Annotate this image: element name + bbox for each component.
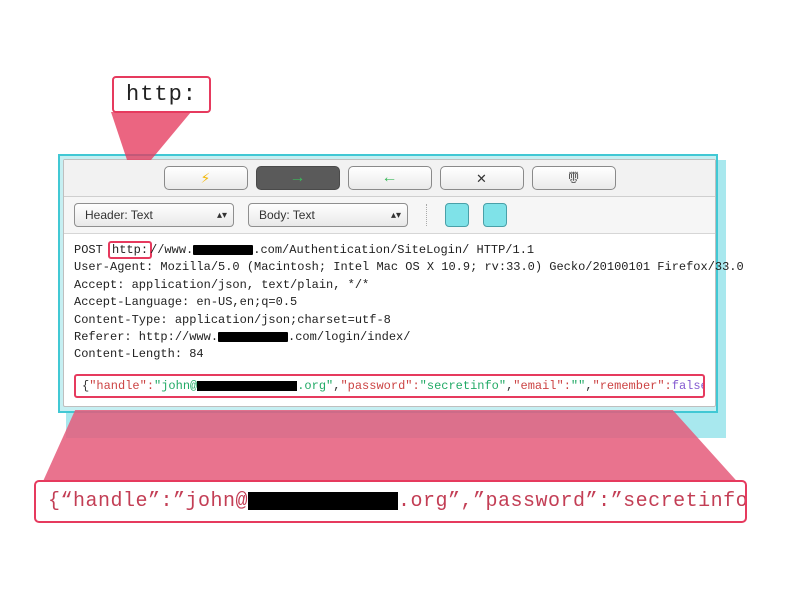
req-referer-post: .com/login/index/ [288,330,410,344]
body-remember: false [672,379,705,393]
colon: : [147,379,154,393]
body-view-dropdown[interactable]: Body: Text ▴▾ [248,203,408,227]
back-button[interactable]: ← [348,166,432,190]
toolbar: ⚡ → ← ✕ 𐂝 [64,160,715,197]
chevron-updown-icon: ▴▾ [217,210,227,221]
callout-body-mid: .org”,”password”:”secretinfo” [398,490,747,513]
close-icon: ✕ [477,168,487,188]
forward-button[interactable]: → [256,166,340,190]
view-options-row: Header: Text ▴▾ Body: Text ▴▾ [64,197,715,234]
req-method: POST [74,243,103,257]
raw-request-body[interactable]: {"handle":"john@.org","password":"secret… [74,374,705,398]
bolt-icon: ⚡ [201,168,211,188]
req-clen: Content-Length: 84 [74,347,204,361]
arrow-right-icon: → [293,169,303,187]
req-after-scheme: //www. [150,243,193,257]
http-inspector-panel: ⚡ → ← ✕ 𐂝 Header: Text ▴▾ Body: Text ▴▾ [58,154,718,413]
view-toggle-1[interactable] [445,203,469,227]
req-scheme: http: [112,243,148,257]
callout-connector-bottom [40,410,743,488]
redacted-host [193,245,253,255]
raw-request-headers[interactable]: POST http://www. .com/Authentication/Site… [64,234,715,372]
arrow-left-icon: ← [385,169,395,187]
header-view-label: Header: Text [85,208,153,222]
req-ua: User-Agent: Mozilla/5.0 (Macintosh; Inte… [74,260,744,274]
req-accept: Accept: application/json, text/plain, */… [74,278,369,292]
execute-button[interactable]: ⚡ [164,166,248,190]
req-ctype: Content-Type: application/json;charset=u… [74,313,391,327]
body-handle-post: .org" [297,379,333,393]
callout-body-credentials: {“handle”:”john@ .org”,”password”:”secret… [34,480,747,523]
separator [426,204,427,226]
body-password: "secretinfo" [420,379,506,393]
callout-http-scheme: http: [112,76,211,113]
req-scheme-highlight: http: [108,241,152,259]
redacted-domain-big [248,492,398,510]
callout-connector-top [111,112,191,160]
body-key-password: "password" [340,379,412,393]
body-email: "" [571,379,585,393]
callout-body-pre: {“handle”:”john@ [48,490,248,513]
scroll-icon: 𐂝 [567,169,579,188]
cancel-button[interactable]: ✕ [440,166,524,190]
redacted-domain [197,381,297,391]
panel-inner: ⚡ → ← ✕ 𐂝 Header: Text ▴▾ Body: Text ▴▾ [63,159,716,407]
req-path: .com/Authentication/SiteLogin/ HTTP/1.1 [253,243,534,257]
callout-http-label: http: [126,82,197,107]
body-key-handle: "handle" [89,379,147,393]
req-referer-pre: Referer: http://www. [74,330,218,344]
script-button[interactable]: 𐂝 [532,166,616,190]
body-handle-pre: "john@ [154,379,197,393]
redacted-referer-host [218,332,288,342]
view-toggle-2[interactable] [483,203,507,227]
body-view-label: Body: Text [259,208,315,222]
header-view-dropdown[interactable]: Header: Text ▴▾ [74,203,234,227]
body-key-remember: "remember" [593,379,665,393]
chevron-updown-icon: ▴▾ [391,210,401,221]
body-key-email: "email" [513,379,563,393]
req-accept-lang: Accept-Language: en-US,en;q=0.5 [74,295,297,309]
